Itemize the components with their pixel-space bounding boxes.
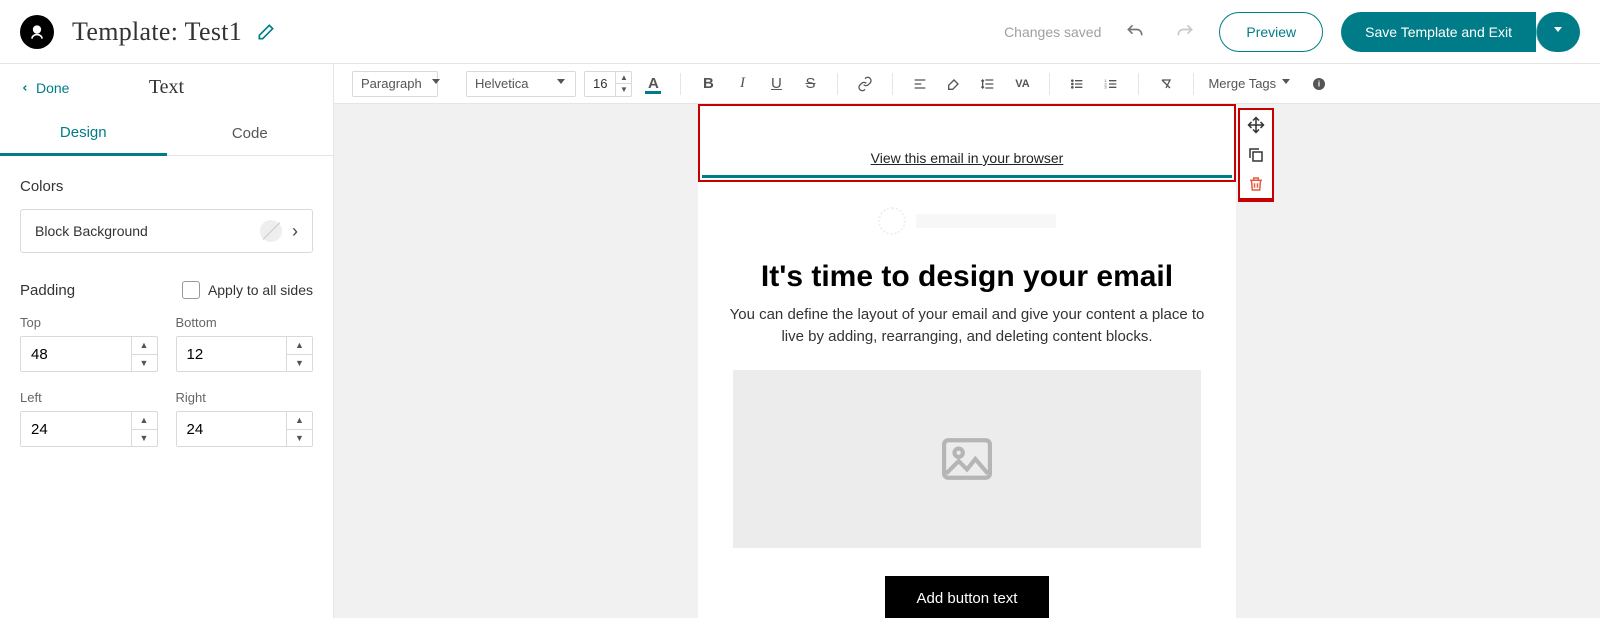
underline-icon[interactable]: U: [763, 71, 789, 97]
email-subtext[interactable]: You can define the layout of your email …: [720, 304, 1214, 348]
apply-all-label: Apply to all sides: [208, 282, 313, 298]
colors-section-label: Colors: [20, 178, 313, 195]
app-logo-icon: [20, 15, 54, 49]
save-template-dropdown[interactable]: [1536, 12, 1580, 52]
step-down-icon[interactable]: ▼: [132, 430, 157, 447]
apply-all-sides-checkbox[interactable]: Apply to all sides: [182, 281, 313, 299]
step-down-icon[interactable]: ▼: [132, 355, 157, 372]
email-body[interactable]: It's time to design your email You can d…: [698, 182, 1236, 618]
save-template-combo: Save Template and Exit: [1341, 12, 1580, 52]
save-template-button[interactable]: Save Template and Exit: [1341, 12, 1536, 52]
italic-icon[interactable]: I: [729, 71, 755, 97]
bullet-list-icon[interactable]: [1064, 71, 1090, 97]
padding-top-label: Top: [20, 315, 158, 330]
block-tools: [1238, 108, 1274, 202]
move-block-icon[interactable]: [1240, 110, 1272, 140]
step-up-icon[interactable]: ▲: [132, 412, 157, 430]
padding-left-label: Left: [20, 390, 158, 405]
block-background-row[interactable]: Block Background ›: [20, 209, 313, 253]
chevron-down-icon: [432, 79, 440, 89]
text-toolbar: Paragraph Helvetica 16 ▲▼ A B I U S: [334, 64, 1600, 104]
padding-right-label: Right: [176, 390, 314, 405]
properties-sidebar: Done Text Design Code Colors Block Backg…: [0, 64, 334, 618]
padding-left-value[interactable]: [21, 412, 131, 446]
redo-icon[interactable]: [1169, 16, 1201, 48]
done-button[interactable]: Done: [20, 80, 69, 96]
svg-text:i: i: [1318, 79, 1320, 88]
padding-right-value[interactable]: [177, 412, 287, 446]
padding-bottom-value[interactable]: [177, 337, 287, 371]
step-down-icon[interactable]: ▼: [287, 430, 312, 447]
link-icon[interactable]: [852, 71, 878, 97]
padding-right-input[interactable]: ▲▼: [176, 411, 314, 447]
align-icon[interactable]: [907, 71, 933, 97]
email-canvas[interactable]: View this email in your browser: [334, 104, 1600, 618]
logo-placeholder[interactable]: [720, 200, 1214, 242]
padding-left-input[interactable]: ▲▼: [20, 411, 158, 447]
block-background-label: Block Background: [35, 223, 148, 239]
no-color-swatch-icon: [260, 220, 282, 242]
merge-tags-dropdown[interactable]: Merge Tags: [1208, 76, 1292, 91]
paragraph-style-select[interactable]: Paragraph: [352, 71, 438, 97]
tab-design[interactable]: Design: [0, 112, 167, 156]
step-down-icon[interactable]: ▼: [287, 355, 312, 372]
chevron-down-icon: [1282, 79, 1292, 89]
padding-bottom-input[interactable]: ▲▼: [176, 336, 314, 372]
clear-formatting-icon[interactable]: [1153, 71, 1179, 97]
panel-title: Text: [149, 76, 184, 99]
numbered-list-icon[interactable]: 123: [1098, 71, 1124, 97]
line-height-icon[interactable]: [975, 71, 1001, 97]
save-status: Changes saved: [1004, 24, 1101, 40]
email-cta-button[interactable]: Add button text: [885, 576, 1050, 618]
padding-top-value[interactable]: [21, 337, 131, 371]
strikethrough-icon[interactable]: S: [797, 71, 823, 97]
done-label: Done: [36, 80, 69, 96]
image-placeholder[interactable]: [733, 370, 1201, 548]
email-heading[interactable]: It's time to design your email: [720, 260, 1214, 294]
step-up-icon[interactable]: ▲: [287, 412, 312, 430]
duplicate-block-icon[interactable]: [1240, 140, 1272, 170]
font-size-input[interactable]: 16 ▲▼: [584, 71, 632, 97]
font-family-select[interactable]: Helvetica: [466, 71, 576, 97]
page-title: Template: Test1: [72, 17, 242, 47]
step-down-icon[interactable]: ▼: [616, 84, 631, 96]
padding-bottom-label: Bottom: [176, 315, 314, 330]
chevron-right-icon: ›: [292, 221, 298, 242]
step-up-icon[interactable]: ▲: [616, 72, 631, 85]
padding-top-input[interactable]: ▲▼: [20, 336, 158, 372]
delete-block-icon[interactable]: [1240, 170, 1272, 200]
step-up-icon[interactable]: ▲: [132, 337, 157, 355]
letter-spacing-icon[interactable]: VA: [1009, 71, 1035, 97]
preview-button[interactable]: Preview: [1219, 12, 1323, 52]
view-in-browser-link[interactable]: View this email in your browser: [871, 150, 1064, 166]
chevron-down-icon: [557, 79, 567, 89]
text-color-icon[interactable]: A: [640, 71, 666, 97]
help-icon[interactable]: i: [1306, 71, 1332, 97]
checkbox-icon: [182, 281, 200, 299]
selected-text-block[interactable]: View this email in your browser: [698, 104, 1236, 182]
chevron-down-icon: [1554, 27, 1564, 37]
undo-icon[interactable]: [1119, 16, 1151, 48]
edit-title-icon[interactable]: [256, 22, 276, 42]
padding-section-label: Padding: [20, 282, 75, 299]
step-up-icon[interactable]: ▲: [287, 337, 312, 355]
svg-text:3: 3: [1105, 84, 1108, 89]
top-bar: Template: Test1 Changes saved Preview Sa…: [0, 0, 1600, 64]
bold-icon[interactable]: B: [695, 71, 721, 97]
highlight-icon[interactable]: [941, 71, 967, 97]
tab-code[interactable]: Code: [167, 112, 334, 155]
